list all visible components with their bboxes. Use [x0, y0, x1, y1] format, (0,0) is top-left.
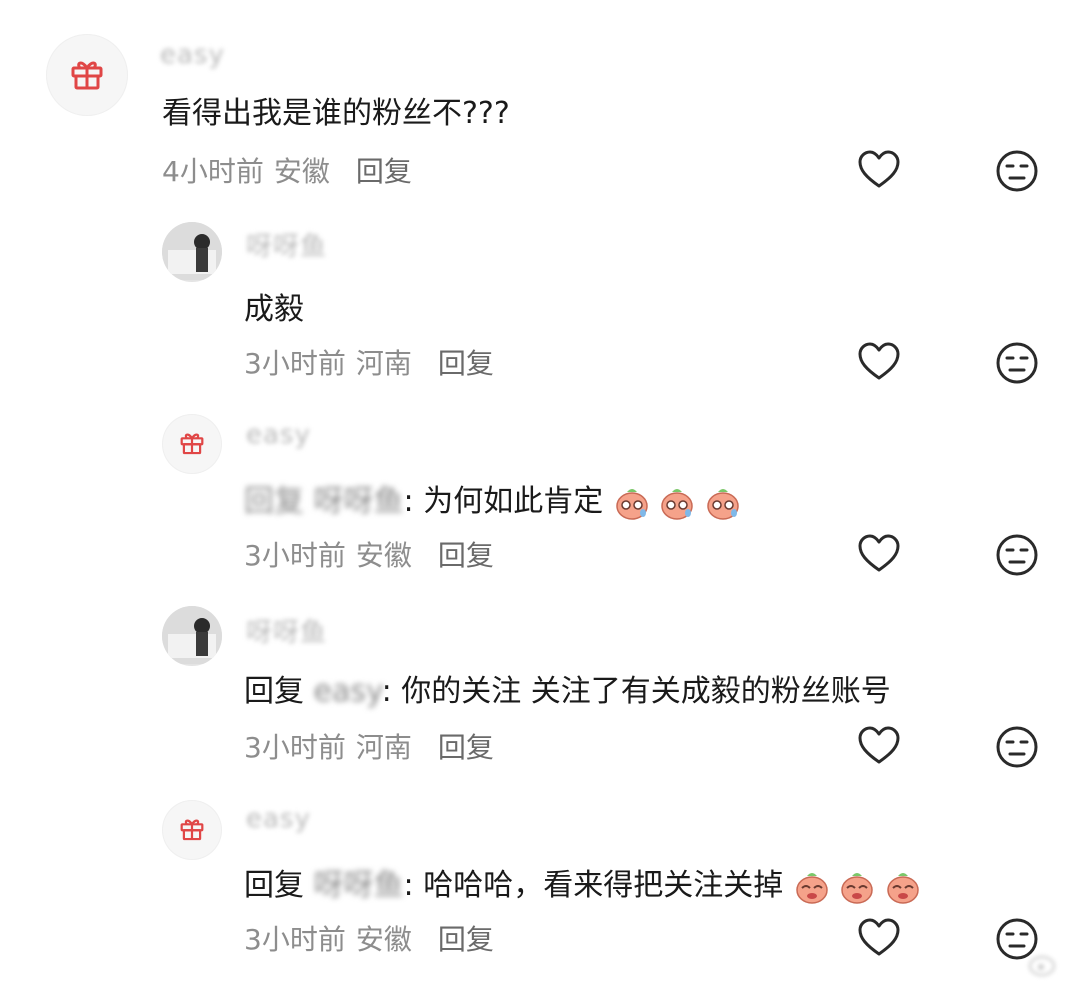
reply-item: 呀呀鱼 回复 easy: 你的关注 关注了有关成毅的粉丝账号 3小时前 河南 回复	[0, 592, 1080, 788]
comment-text: 回复 呀呀鱼: 哈哈哈，看来得把关注关掉	[244, 860, 922, 905]
location: 河南	[355, 347, 412, 380]
avatar[interactable]	[162, 606, 222, 666]
comment-body: : 你的关注 关注了有关成毅的粉丝账号	[381, 674, 891, 709]
avatar[interactable]	[46, 34, 128, 116]
comment-meta: 3小时前 安徽 回复	[244, 534, 494, 574]
comment-text: 回复 easy: 你的关注 关注了有关成毅的粉丝账号	[244, 666, 891, 710]
dislike-face-icon[interactable]	[994, 532, 1040, 578]
comment-meta: 3小时前 河南 回复	[244, 726, 494, 766]
reply-item: 呀呀鱼 成毅 3小时前 河南 回复	[0, 200, 1080, 396]
username[interactable]: easy	[246, 420, 311, 450]
user-photo-icon	[162, 606, 222, 666]
reply-target[interactable]: 呀呀鱼	[314, 484, 404, 519]
dislike-face-icon[interactable]	[994, 148, 1040, 194]
user-photo-icon	[162, 222, 222, 282]
location: 安徽	[273, 155, 330, 188]
comment-body: 成毅	[244, 292, 304, 327]
laughing-face-emoji	[795, 868, 922, 905]
username[interactable]: 呀呀鱼	[246, 612, 327, 649]
reply-button[interactable]: 回复	[438, 539, 494, 572]
location: 安徽	[355, 923, 412, 956]
location: 河南	[355, 731, 412, 764]
reply-prefix: 回复	[244, 868, 304, 903]
comment-text: 成毅	[244, 284, 304, 328]
heart-icon[interactable]	[856, 724, 902, 770]
reply-item: easy 回复 呀呀鱼: 哈哈哈，看来得把关注关掉 3小时前 安徽 回复	[0, 788, 1080, 992]
timestamp: 4小时前	[162, 155, 264, 188]
timestamp: 3小时前	[244, 347, 346, 380]
comment-item: easy 看得出我是谁的粉丝不??? 4小时前 安徽 回复	[0, 0, 1080, 200]
comment-meta: 3小时前 安徽 回复	[244, 918, 494, 958]
avatar[interactable]	[162, 800, 222, 860]
gift-icon	[178, 428, 206, 460]
heart-icon[interactable]	[856, 916, 902, 962]
avatar[interactable]	[162, 414, 222, 474]
username[interactable]: 呀呀鱼	[246, 226, 327, 263]
username[interactable]: easy	[246, 804, 311, 834]
reply-button[interactable]: 回复	[356, 155, 412, 188]
avatar[interactable]	[162, 222, 222, 282]
reply-target[interactable]: 呀呀鱼	[314, 868, 404, 903]
comment-body: : 为何如此肯定	[403, 484, 604, 519]
watermark	[1028, 949, 1062, 982]
heart-icon[interactable]	[856, 532, 902, 578]
timestamp: 3小时前	[244, 923, 346, 956]
comment-meta: 4小时前 安徽 回复	[162, 150, 412, 190]
comment-text: 回复 呀呀鱼: 为何如此肯定	[244, 476, 742, 521]
reply-button[interactable]: 回复	[438, 731, 494, 764]
weibo-logo-icon	[1029, 956, 1055, 976]
gift-icon	[178, 814, 206, 846]
heart-icon[interactable]	[856, 148, 902, 194]
comment-body: : 哈哈哈，看来得把关注关掉	[403, 868, 784, 903]
comment-text: 看得出我是谁的粉丝不???	[162, 88, 510, 132]
reply-item: easy 回复 呀呀鱼: 为何如此肯定 3小时前 安徽 回复	[0, 396, 1080, 592]
reply-button[interactable]: 回复	[438, 923, 494, 956]
reply-prefix: 回复	[244, 484, 304, 519]
reply-button[interactable]: 回复	[438, 347, 494, 380]
dislike-face-icon[interactable]	[994, 340, 1040, 386]
comment-body: 看得出我是谁的粉丝不???	[162, 96, 510, 131]
username[interactable]: easy	[160, 40, 225, 70]
heart-icon[interactable]	[856, 340, 902, 386]
location: 安徽	[355, 539, 412, 572]
dislike-face-icon[interactable]	[994, 724, 1040, 770]
timestamp: 3小时前	[244, 539, 346, 572]
timestamp: 3小时前	[244, 731, 346, 764]
comment-meta: 3小时前 河南 回复	[244, 342, 494, 382]
reply-target[interactable]: easy	[314, 674, 382, 709]
gift-icon	[68, 54, 106, 96]
sweating-face-emoji	[615, 484, 742, 521]
reply-prefix: 回复	[244, 674, 304, 709]
